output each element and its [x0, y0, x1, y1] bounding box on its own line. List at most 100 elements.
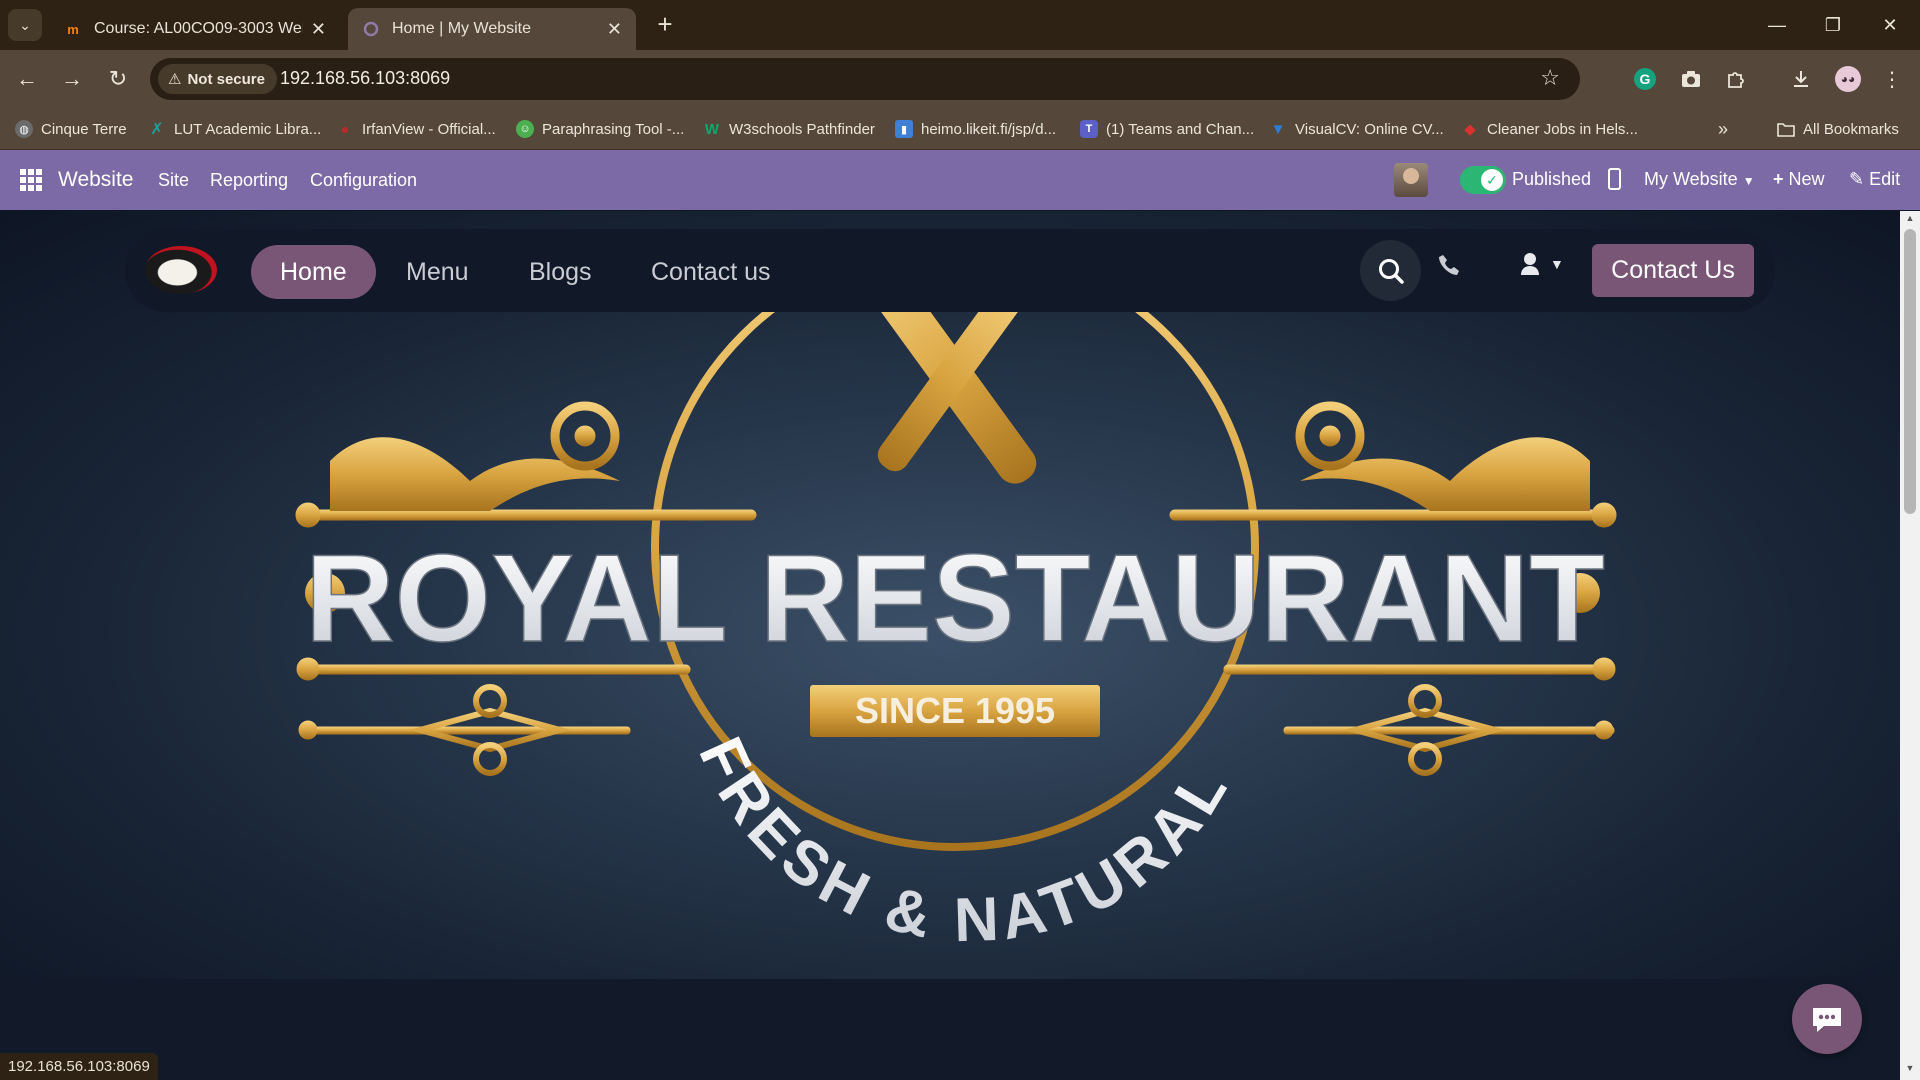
close-window-icon[interactable]: ✕ — [1865, 10, 1915, 40]
menu-configuration[interactable]: Configuration — [310, 170, 417, 191]
bookmark-item[interactable]: ✗ LUT Academic Libra... — [148, 117, 321, 141]
restaurant-logo-illustration: ROYAL RESTAURANT SINCE 1995 FRESH & NATU… — [295, 237, 1617, 955]
contact-us-button[interactable]: Contact Us — [1592, 244, 1754, 297]
phone-icon[interactable] — [1437, 253, 1461, 284]
bookmark-star-icon[interactable]: ☆ — [1540, 65, 1560, 91]
hero-title: ROYAL RESTAURANT — [305, 530, 1605, 668]
chat-icon — [1813, 1008, 1841, 1032]
paraphrasing-tool-icon: ☺ — [516, 120, 534, 138]
bookmark-label: Cinque Terre — [41, 120, 127, 138]
nav-contact-us[interactable]: Contact us — [622, 245, 800, 299]
extensions-puzzle-icon[interactable] — [1721, 64, 1751, 94]
nav-home[interactable]: Home — [251, 245, 376, 299]
lut-icon: ✗ — [150, 121, 164, 138]
folder-icon — [1777, 120, 1795, 138]
tab-search-button[interactable]: ⌄ — [8, 9, 42, 41]
tab-title: Home | My Website — [392, 20, 532, 37]
minimize-icon[interactable]: — — [1752, 10, 1802, 40]
download-icon[interactable] — [1786, 64, 1816, 94]
user-icon — [1521, 253, 1539, 275]
bookmark-label: VisualCV: Online CV... — [1295, 120, 1444, 138]
nav-menu[interactable]: Menu — [377, 245, 498, 299]
warning-icon: ⚠ — [168, 71, 182, 88]
mobile-preview-icon[interactable] — [1608, 168, 1621, 190]
user-avatar[interactable] — [1394, 163, 1428, 197]
bookmark-item[interactable]: ◆ Cleaner Jobs in Hels... — [1461, 117, 1638, 141]
page-scrollbar[interactable]: ▲ ▼ — [1900, 211, 1920, 1080]
bookmark-item[interactable]: ▮ heimo.likeit.fi/jsp/d... — [895, 117, 1056, 141]
bookmark-item[interactable]: ▼ VisualCV: Online CV... — [1269, 117, 1444, 141]
bookmark-item[interactable]: ◍ Cinque Terre — [15, 117, 127, 141]
website-selector[interactable]: My Website ▼ — [1644, 169, 1755, 190]
profile-avatar-icon[interactable]: ◕◕ — [1833, 64, 1863, 94]
more-bookmarks-chevron-icon[interactable]: » — [1718, 117, 1728, 141]
menu-site[interactable]: Site — [158, 170, 189, 191]
security-label: Not secure — [187, 70, 265, 88]
new-tab-button[interactable]: + — [650, 10, 680, 40]
close-icon[interactable]: ✕ — [607, 19, 622, 40]
address-bar[interactable]: ⚠ Not secure 192.168.56.103:8069 ☆ — [150, 58, 1580, 100]
hero-banner: ROYAL RESTAURANT SINCE 1995 FRESH & NATU… — [0, 211, 1900, 979]
close-icon[interactable]: ✕ — [311, 19, 326, 40]
camera-extension-icon[interactable] — [1676, 64, 1706, 94]
moodle-icon: m — [67, 21, 79, 37]
url-text[interactable]: 192.168.56.103:8069 — [280, 68, 450, 89]
irfanview-icon: ● — [340, 121, 350, 137]
apps-grid-icon[interactable] — [20, 169, 42, 191]
plus-icon: + — [1773, 169, 1784, 189]
scroll-thumb[interactable] — [1904, 229, 1916, 514]
bookmark-label: Paraphrasing Tool -... — [542, 120, 685, 138]
reload-icon[interactable]: ↻ — [103, 64, 133, 94]
bookmark-label: (1) Teams and Chan... — [1106, 120, 1255, 138]
w3schools-icon: W — [704, 120, 720, 138]
bookmark-label: heimo.likeit.fi/jsp/d... — [921, 120, 1057, 138]
browser-tab-bar: ⌄ m Course: AL00CO09-3003 Web P ✕ Home |… — [0, 0, 1920, 50]
visualcv-icon: ▼ — [1270, 120, 1286, 138]
menu-reporting[interactable]: Reporting — [210, 170, 288, 191]
bookmark-label: LUT Academic Libra... — [174, 120, 322, 138]
forward-icon[interactable]: → — [57, 64, 87, 94]
back-icon[interactable]: ← — [12, 64, 42, 94]
edit-button[interactable]: ✎ Edit — [1849, 169, 1900, 190]
restore-icon[interactable]: ❐ — [1808, 10, 1858, 40]
browser-tab-home[interactable]: Home | My Website ✕ — [348, 8, 636, 50]
cleaner-jobs-icon: ◆ — [1464, 121, 1476, 138]
site-logo[interactable] — [145, 246, 217, 294]
bookmark-label: IrfanView - Official... — [362, 120, 496, 138]
bookmark-item[interactable]: ● IrfanView - Official... — [336, 117, 496, 141]
bookmark-item[interactable]: T (1) Teams and Chan... — [1080, 117, 1254, 141]
page-section-below-hero — [0, 979, 1900, 1080]
since-badge-text: SINCE 1995 — [855, 690, 1055, 731]
odoo-icon — [362, 20, 380, 38]
website-selector-label: My Website — [1644, 169, 1738, 189]
scroll-down-icon[interactable]: ▼ — [1900, 1063, 1920, 1073]
grammarly-extension-icon[interactable]: G — [1630, 64, 1660, 94]
pencil-icon: ✎ — [1849, 169, 1865, 189]
nav-blogs[interactable]: Blogs — [500, 245, 621, 299]
search-icon[interactable] — [1360, 240, 1421, 301]
scroll-up-icon[interactable]: ▲ — [1900, 213, 1920, 223]
bookmark-label: Cleaner Jobs in Hels... — [1487, 120, 1638, 138]
bookmark-label: W3schools Pathfinder — [729, 120, 875, 138]
caret-down-icon: ▼ — [1550, 256, 1564, 272]
bookmarks-bar: ◍ Cinque Terre ✗ LUT Academic Libra... ●… — [0, 108, 1920, 150]
all-bookmarks-label: All Bookmarks — [1803, 120, 1899, 138]
book-icon: ▮ — [895, 120, 913, 138]
bookmark-item[interactable]: ☺ Paraphrasing Tool -... — [516, 117, 684, 141]
caret-down-icon: ▼ — [1742, 174, 1755, 188]
security-chip[interactable]: ⚠ Not secure — [158, 64, 277, 94]
edit-label: Edit — [1869, 169, 1901, 189]
new-label: New — [1788, 169, 1825, 189]
teams-icon: T — [1080, 120, 1098, 138]
user-menu[interactable]: ▼ — [1520, 252, 1564, 276]
bookmark-item[interactable]: W W3schools Pathfinder — [703, 117, 875, 141]
tab-title: Course: AL00CO09-3003 Web P — [94, 20, 303, 37]
live-chat-button[interactable] — [1792, 984, 1862, 1054]
new-button[interactable]: + New — [1773, 169, 1825, 190]
browser-tab-course[interactable]: m Course: AL00CO09-3003 Web P ✕ — [50, 8, 340, 50]
kebab-menu-icon[interactable]: ⋮ — [1877, 64, 1907, 94]
app-name[interactable]: Website — [58, 168, 133, 192]
all-bookmarks-button[interactable]: All Bookmarks — [1777, 117, 1899, 141]
published-toggle[interactable]: ✓ — [1460, 166, 1506, 194]
check-icon: ✓ — [1481, 169, 1503, 191]
